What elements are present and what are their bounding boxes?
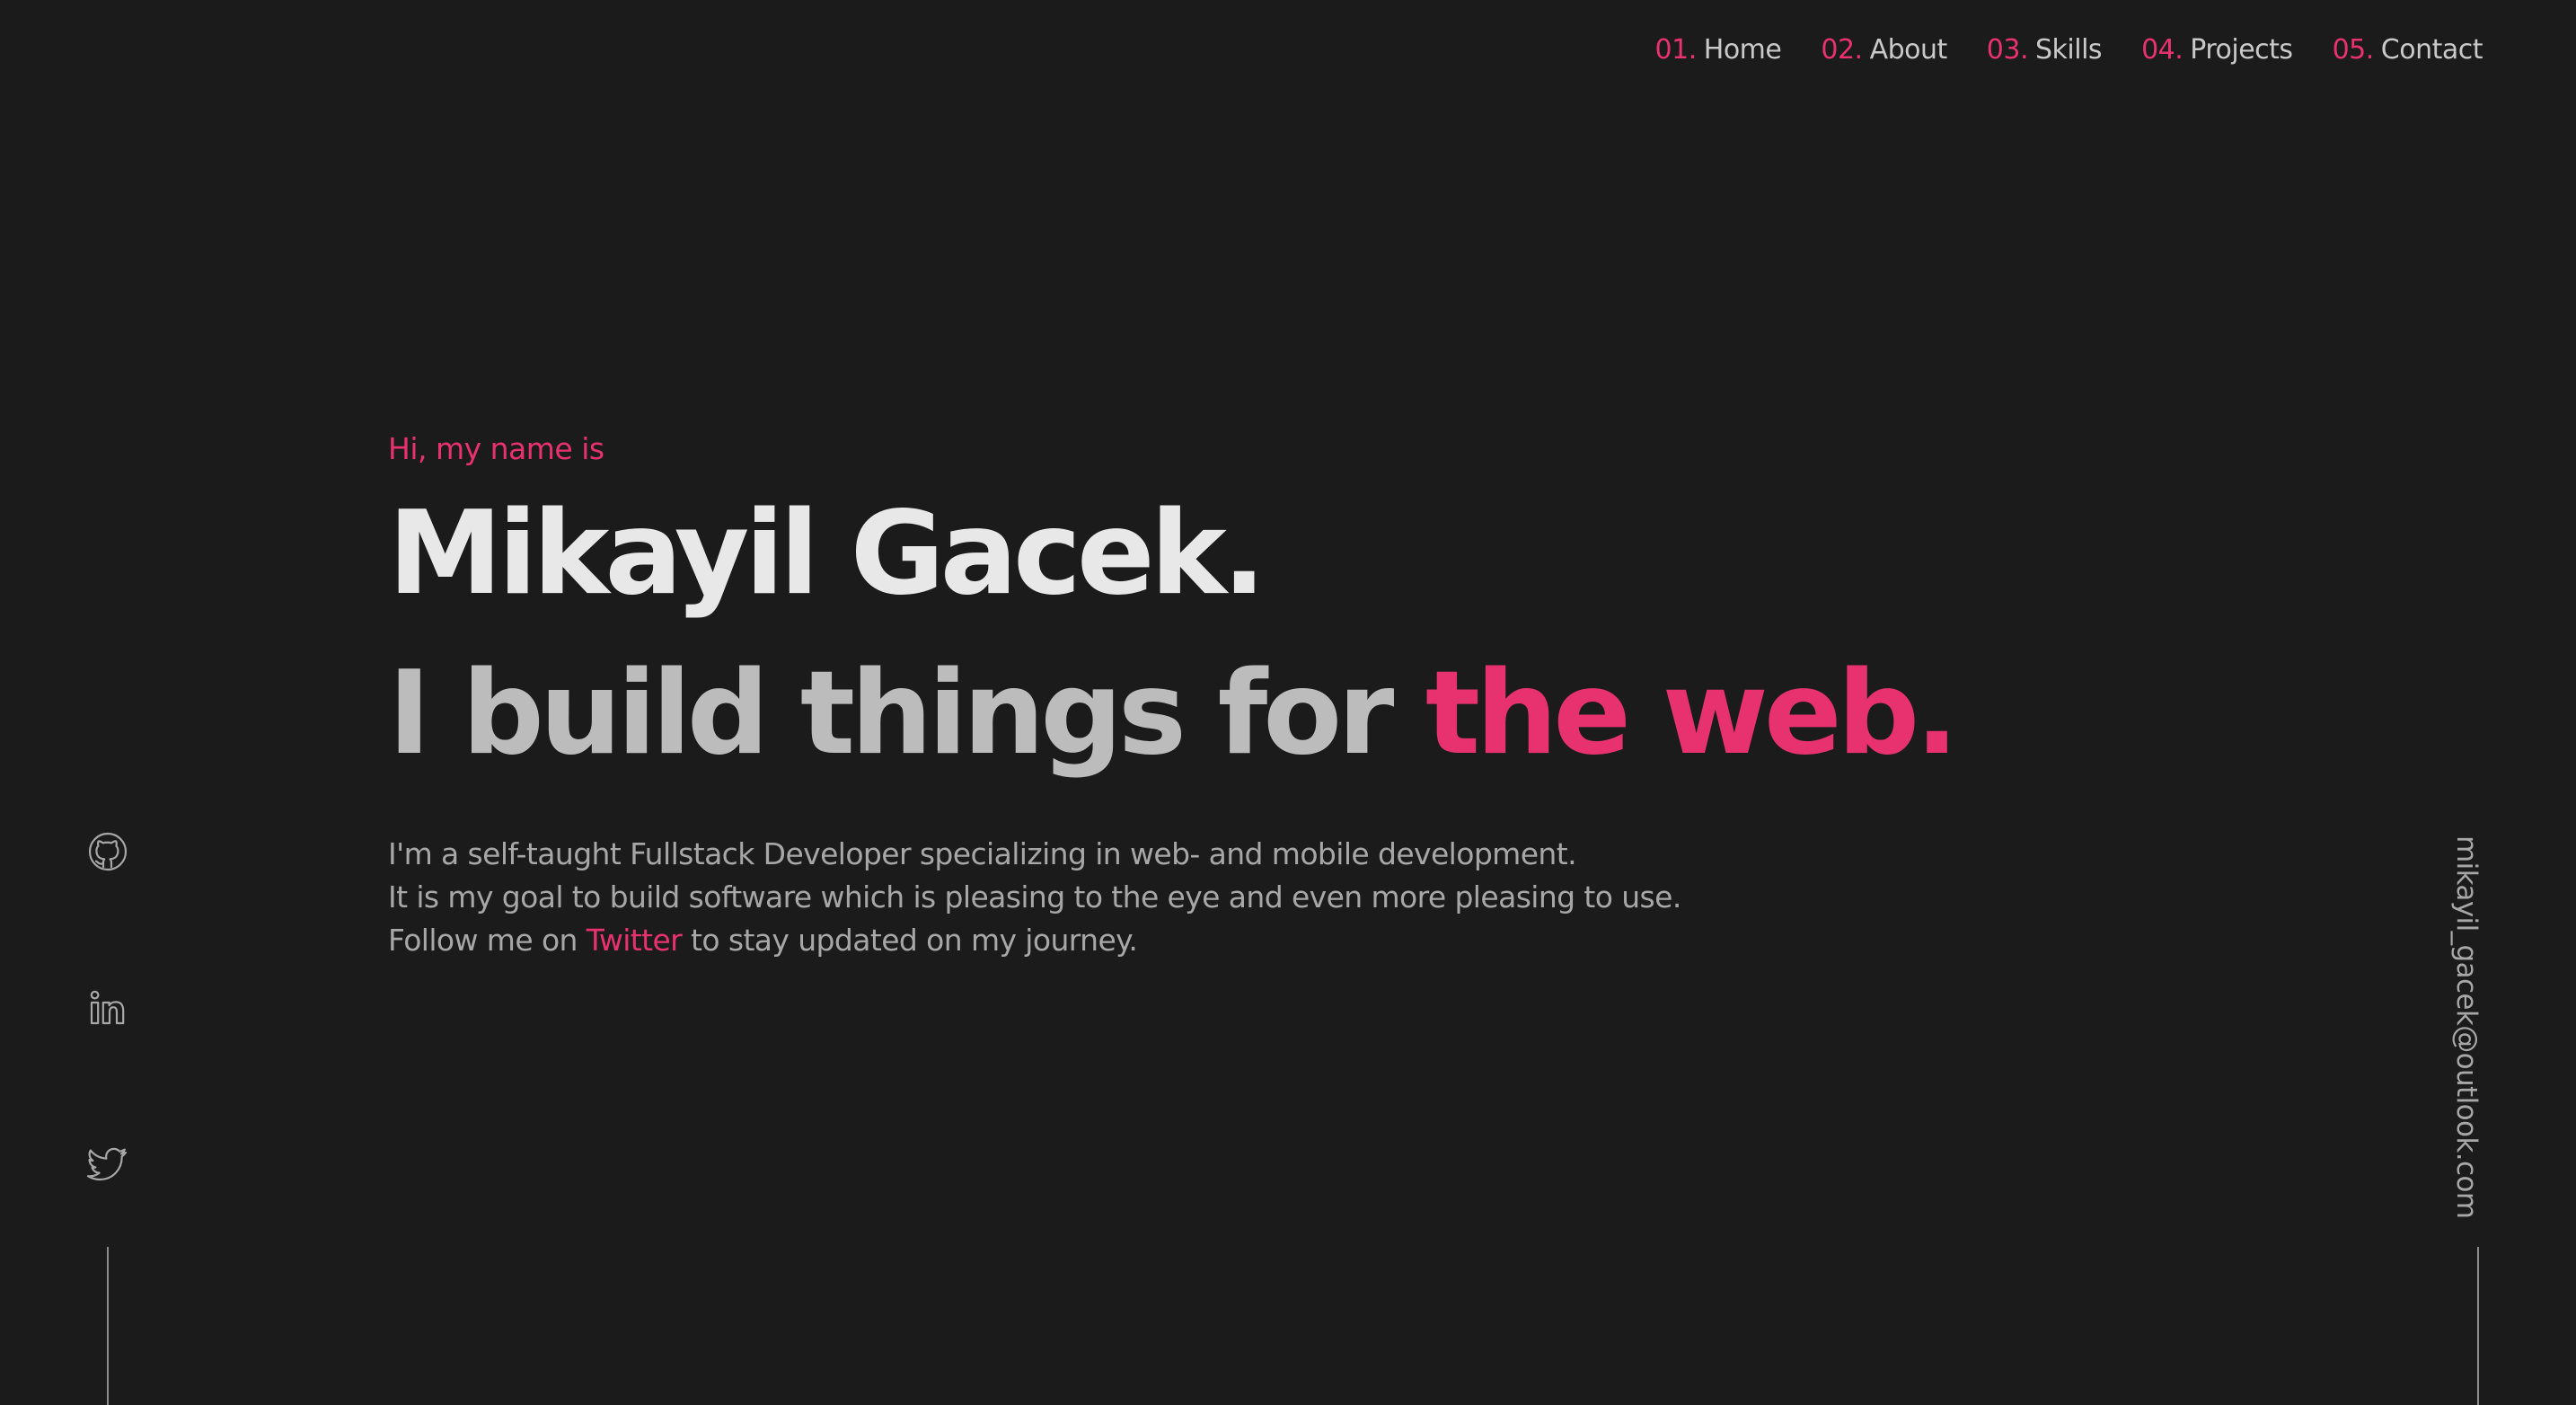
nav-item-label: Projects <box>2190 34 2293 66</box>
nav-item-label: Contact <box>2380 34 2483 66</box>
nav-item-skills[interactable]: 03. Skills <box>1986 34 2103 66</box>
github-link[interactable] <box>86 830 129 873</box>
nav-item-about[interactable]: 02. About <box>1821 34 1948 66</box>
description-line-3-suffix: to stay updated on my journey. <box>682 923 1138 958</box>
nav-item-number: 05. <box>2332 34 2375 66</box>
nav-item-label: Home <box>1703 34 1782 66</box>
nav-item-projects[interactable]: 04. Projects <box>2141 34 2293 66</box>
description-line-2: It is my goal to build software which is… <box>388 879 1681 915</box>
nav-item-number: 04. <box>2141 34 2183 66</box>
social-links <box>86 830 129 1186</box>
linkedin-icon <box>86 986 129 1029</box>
hero-tagline: I build things for the web. <box>388 657 1959 772</box>
description-line-1: I'm a self-taught Fullstack Developer sp… <box>388 836 1577 871</box>
twitter-icon <box>86 1143 129 1186</box>
left-divider-line <box>107 1247 109 1405</box>
description-line-3-prefix: Follow me on <box>388 923 587 958</box>
description-line-3: Follow me on Twitter to stay updated on … <box>388 919 1915 962</box>
hero-name: Mikayil Gacek. <box>388 487 1266 621</box>
nav-item-label: About <box>1869 34 1948 66</box>
tagline-accent: the web. <box>1425 647 1959 781</box>
github-icon <box>86 830 129 873</box>
nav-item-number: 03. <box>1986 34 2029 66</box>
nav-item-number: 02. <box>1821 34 1863 66</box>
nav-item-contact[interactable]: 05. Contact <box>2333 34 2483 66</box>
hero-section: Hi, my name is Mikayil Gacek. I build th… <box>388 431 1959 962</box>
tagline-prefix: I build things for <box>388 647 1425 781</box>
nav-item-home[interactable]: 01. Home <box>1655 34 1782 66</box>
email-container: mikayil_gacek@outlook.com <box>2439 835 2483 1218</box>
twitter-social-link[interactable] <box>86 1143 129 1186</box>
twitter-link[interactable]: Twitter <box>587 923 683 958</box>
nav-item-number: 01. <box>1654 34 1698 66</box>
email-link[interactable]: mikayil_gacek@outlook.com <box>2450 835 2483 1218</box>
linkedin-link[interactable] <box>86 986 129 1029</box>
hero-intro: Hi, my name is <box>388 431 604 466</box>
top-nav: 01. Home 02. About 03. Skills 04. Projec… <box>1655 34 2483 66</box>
hero-description: I'm a self-taught Fullstack Developer sp… <box>388 833 1915 962</box>
right-divider-line <box>2477 1247 2479 1405</box>
nav-item-label: Skills <box>2035 34 2103 66</box>
